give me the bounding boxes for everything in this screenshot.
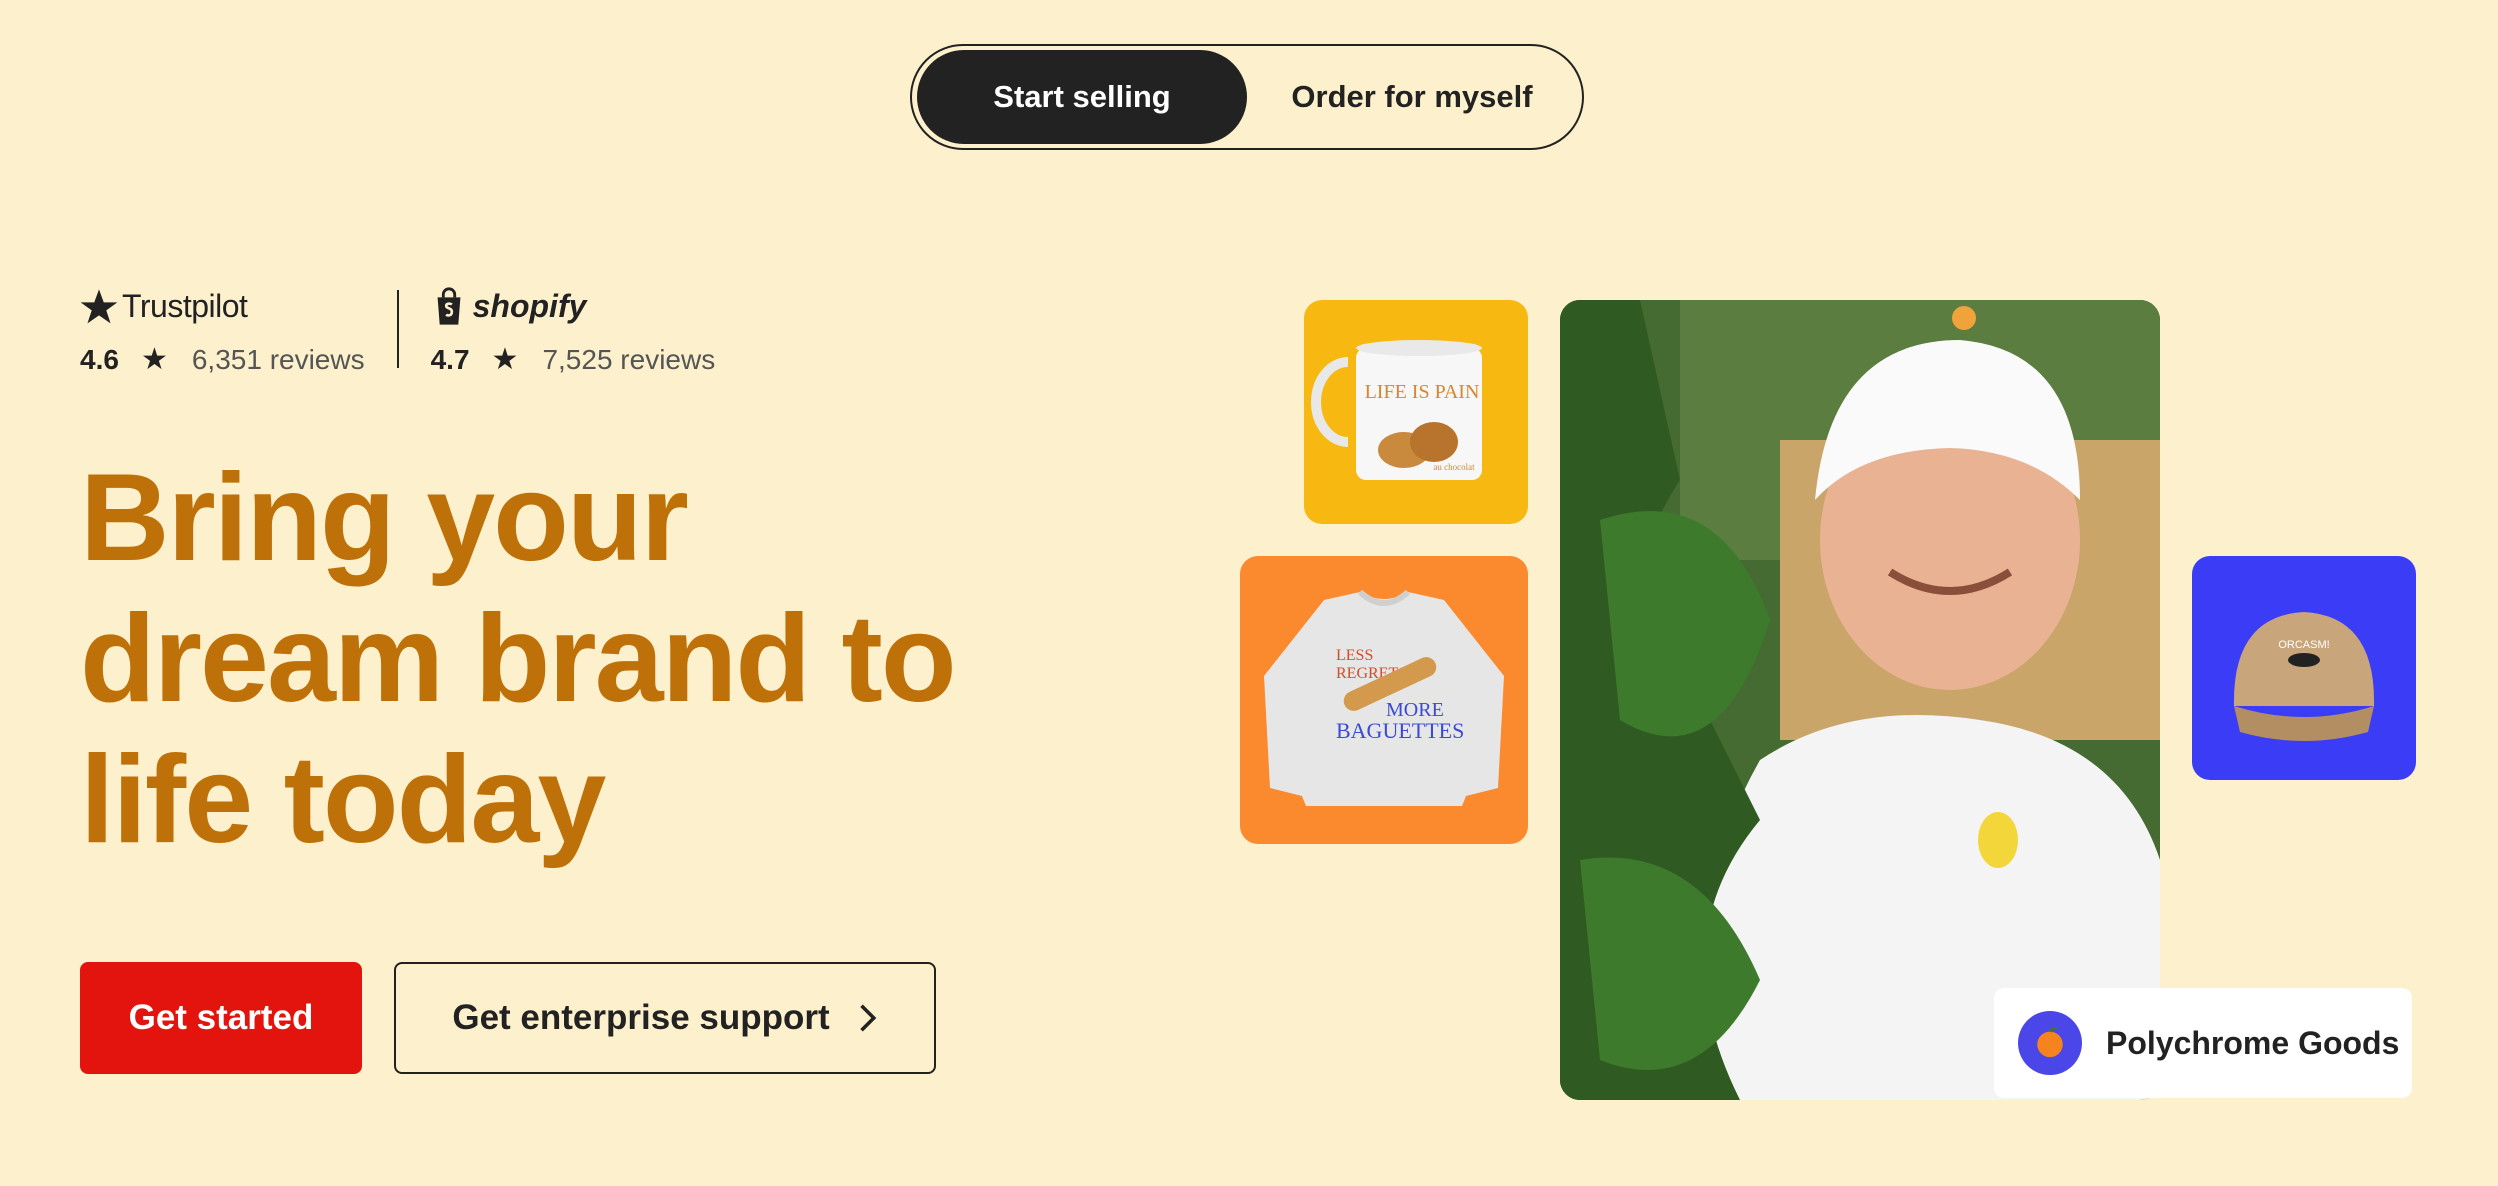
hero-headline: Bring your dream brand to life today	[80, 449, 957, 869]
mode-toggle: Start selling Order for myself	[910, 44, 1584, 150]
get-started-button[interactable]: Get started	[80, 962, 362, 1074]
mug-text-top: LIFE IS PAIN	[1365, 381, 1480, 403]
start-selling-toggle[interactable]: Start selling	[917, 50, 1247, 144]
hero-model-photo	[1560, 300, 2160, 1100]
ratings-row: Trustpilot 4.6 ★ 6,351 reviews shopify 4…	[80, 282, 715, 377]
sweatshirt-text-4: BAGUETTES	[1336, 718, 1464, 743]
mug-text-bottom: au chocolat	[1433, 462, 1475, 472]
store-badge: Polychrome Goods	[1994, 988, 2412, 1098]
shopify-rating[interactable]: shopify 4.7 ★ 7,525 reviews	[430, 282, 716, 377]
trustpilot-star-icon	[80, 289, 118, 324]
get-enterprise-support-button[interactable]: Get enterprise support	[394, 962, 936, 1074]
chevron-right-icon	[859, 1004, 876, 1032]
trustpilot-wordmark: Trustpilot	[122, 287, 248, 324]
store-name: Polychrome Goods	[2106, 1024, 2400, 1061]
shopify-bag-icon	[437, 287, 461, 325]
shopify-logo: shopify	[431, 282, 716, 330]
enterprise-support-label: Get enterprise support	[452, 998, 830, 1037]
shopify-score: 4.7	[430, 343, 470, 375]
orange-icon	[2037, 1027, 2063, 1058]
trustpilot-score: 4.6	[80, 343, 119, 375]
store-avatar	[2018, 1011, 2082, 1075]
star-icon: ★	[140, 343, 168, 376]
shopify-wordmark: shopify	[472, 287, 587, 324]
cap-text: ORCASM!	[2278, 639, 2329, 651]
cap-product-image: ORCASM!	[2192, 556, 2416, 780]
order-for-myself-toggle[interactable]: Order for myself	[1247, 50, 1577, 144]
trustpilot-reviews: 6,351 reviews	[191, 343, 365, 375]
sweatshirt-product-image: LESS REGRETS MORE BAGUETTES	[1240, 556, 1528, 844]
star-icon: ★	[491, 343, 519, 376]
shopify-reviews: 7,525 reviews	[542, 343, 716, 375]
trustpilot-logo: Trustpilot	[80, 282, 365, 330]
ratings-divider	[396, 290, 399, 368]
mug-product-image: LIFE IS PAIN au chocolat	[1304, 300, 1528, 524]
sweatshirt-text-1: LESS	[1336, 647, 1373, 664]
trustpilot-rating[interactable]: Trustpilot 4.6 ★ 6,351 reviews	[80, 282, 365, 377]
